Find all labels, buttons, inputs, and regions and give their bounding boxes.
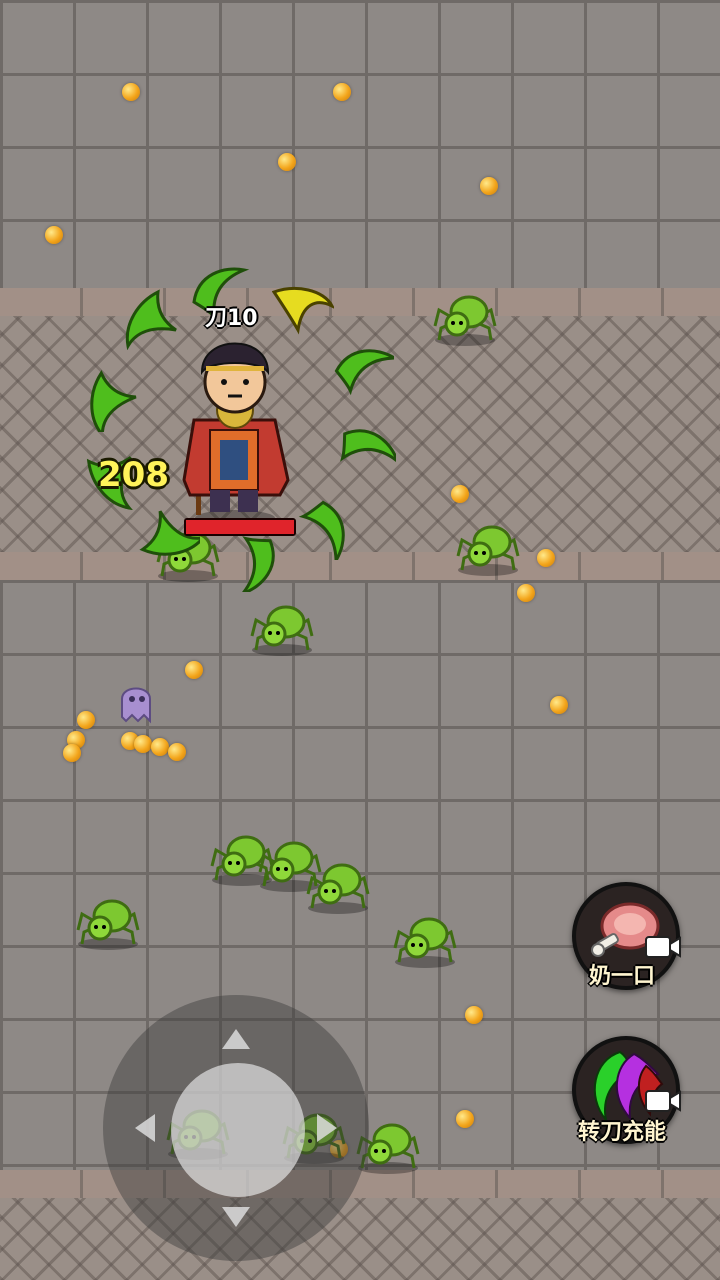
weapon-level-tag: 刀10 <box>205 306 258 331</box>
ghost-enemy-icon <box>121 687 151 724</box>
floor-border <box>0 552 720 580</box>
gold-coin <box>456 1110 474 1128</box>
gold-coin <box>537 549 555 567</box>
player-health-bar <box>184 518 296 536</box>
gold-coin <box>45 226 63 244</box>
spinning-blade-icon <box>125 289 177 350</box>
gold-coin <box>517 584 535 602</box>
gold-coin <box>185 661 203 679</box>
spider-enemy <box>393 917 457 968</box>
gold-coin <box>63 744 81 762</box>
spinning-blade-icon <box>238 536 275 592</box>
blade-charge-skill-label: 转刀充能 <box>577 1120 666 1145</box>
gold-coin <box>122 83 140 101</box>
spider-enemy <box>250 605 314 656</box>
health-fill <box>186 520 294 534</box>
spider-enemy <box>433 295 497 346</box>
spinning-blade-icon <box>334 349 394 396</box>
player-hero <box>182 342 290 526</box>
gold-coin <box>151 738 169 756</box>
joystick-knob[interactable] <box>171 1063 305 1197</box>
gold-coin <box>134 735 152 753</box>
gold-coin <box>168 743 186 761</box>
spider-enemy <box>306 863 370 914</box>
video-ad-icon <box>645 936 681 958</box>
gold-coin <box>333 83 351 101</box>
heal-skill-label: 奶一口 <box>588 964 655 989</box>
spider-enemy <box>76 899 140 950</box>
golden-blade-icon <box>272 287 334 335</box>
virtual-joystick[interactable] <box>103 995 369 1261</box>
game-scene: 刀10 208 奶一口 转刀充能 <box>0 0 720 1280</box>
gold-coin <box>451 485 469 503</box>
arrow-right-icon <box>317 1114 337 1142</box>
arrow-left-icon <box>135 1114 155 1142</box>
gold-coin <box>77 711 95 729</box>
gold-coin <box>480 177 498 195</box>
herringbone-path <box>0 1198 720 1280</box>
gold-coin <box>465 1006 483 1024</box>
damage-number: 208 <box>98 455 169 495</box>
gold-coin <box>278 153 296 171</box>
gold-coin <box>550 696 568 714</box>
arrow-down-icon <box>222 1207 250 1227</box>
video-ad-icon <box>645 1090 681 1112</box>
spinning-blade-icon <box>90 370 137 432</box>
spinning-blade-icon <box>340 429 396 466</box>
arrow-up-icon <box>222 1029 250 1049</box>
stone-floor <box>0 0 720 290</box>
spinning-blade-icon <box>298 500 345 560</box>
spider-enemy <box>456 525 520 576</box>
floor-border <box>0 288 720 316</box>
